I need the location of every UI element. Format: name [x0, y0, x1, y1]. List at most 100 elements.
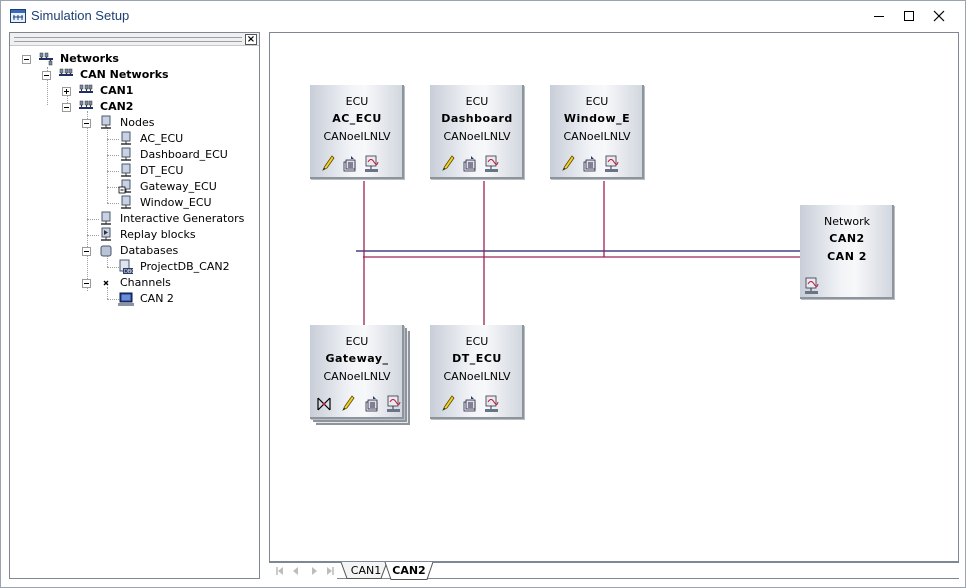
expand-icon[interactable]: [62, 87, 71, 96]
close-icon: ×: [246, 34, 256, 45]
tab-can1[interactable]: CAN1: [347, 562, 385, 580]
window-title: Simulation Setup: [31, 8, 130, 23]
network-node-icon[interactable]: [484, 155, 500, 173]
pencil-icon[interactable]: [440, 395, 456, 413]
ecu-layer-label: CANoeILNLV: [323, 370, 391, 383]
tab-can2[interactable]: CAN2: [391, 562, 427, 580]
network-node-icon[interactable]: [604, 155, 620, 173]
first-icon: [276, 567, 283, 575]
collapse-icon[interactable]: [82, 119, 91, 128]
collapse-icon[interactable]: [42, 71, 51, 80]
tree-item-label: Networks: [60, 52, 119, 65]
node-icon: [121, 131, 131, 145]
first-page-button[interactable]: [273, 564, 287, 578]
tree-item-networks[interactable]: Networks: [22, 51, 252, 67]
tree-item-label: CAN Networks: [80, 68, 169, 81]
collapse-icon[interactable]: [62, 103, 71, 112]
tree-item-label: Channels: [120, 276, 171, 289]
tree-item-label: Nodes: [120, 116, 155, 129]
tree-item-label: Interactive Generators: [120, 212, 245, 225]
prev-icon: [293, 567, 298, 575]
page-tab-bar: CAN1 CAN2: [269, 562, 959, 581]
pencil-icon[interactable]: [440, 155, 456, 173]
tree-item-label: DT_ECU: [140, 164, 184, 177]
network-node-icon[interactable]: [386, 395, 402, 413]
pencil-icon[interactable]: [340, 395, 356, 413]
next-page-button[interactable]: [307, 564, 321, 578]
ecu-card-window[interactable]: ECU Window_E CANoeILNLV: [550, 85, 646, 181]
tree-pane: × Networks CAN Networks CAN1 CAN2 Nodes …: [9, 32, 260, 579]
tree-item-replay-blocks[interactable]: Replay blocks: [98, 227, 252, 243]
close-icon: [933, 10, 945, 22]
gateway-node-icon: [118, 179, 131, 194]
tree-item-can-2-channel[interactable]: CAN 2: [118, 291, 252, 307]
network-node-icon[interactable]: [484, 395, 500, 413]
node-icon: [121, 195, 131, 209]
collapse-icon[interactable]: [82, 247, 91, 256]
pencil-icon[interactable]: [560, 155, 576, 173]
tree-item-can1[interactable]: CAN1: [62, 83, 252, 99]
minimize-button[interactable]: [863, 1, 895, 31]
tab-label: CAN2: [392, 564, 426, 577]
tree-item-label: CAN1: [100, 84, 134, 97]
next-icon: [312, 567, 317, 575]
tree-item-interactive-generators[interactable]: Interactive Generators: [98, 211, 252, 227]
maximize-button[interactable]: [893, 1, 925, 31]
channel-icon: [103, 280, 109, 286]
tree-item-projectdb-can2[interactable]: DBC ProjectDB_CAN2: [118, 259, 252, 275]
tree-connector: [87, 111, 88, 291]
database-icon: [100, 245, 112, 257]
close-button[interactable]: [923, 1, 955, 31]
cnode-icon[interactable]: [364, 395, 380, 413]
ecu-type-label: ECU: [465, 335, 489, 348]
network-type-label: Network: [824, 215, 870, 228]
pencil-icon[interactable]: [320, 155, 336, 173]
minimize-icon: [874, 16, 884, 17]
tree-close-button[interactable]: ×: [245, 34, 257, 45]
tree-pane-header: ×: [10, 33, 259, 46]
tree-item-ac-ecu[interactable]: AC_ECU: [118, 131, 252, 147]
ecu-card-dashboard[interactable]: ECU Dashboard CANoeILNLV: [430, 85, 526, 181]
tree-item-dashboard-ecu[interactable]: Dashboard_ECU: [118, 147, 252, 163]
network-card-can2[interactable]: Network CAN2 CAN 2: [800, 205, 896, 301]
can-networks-icon: [59, 68, 73, 76]
tree-item-label: Gateway_ECU: [140, 180, 217, 193]
ecu-card-ac-ecu[interactable]: ECU AC_ECU CANoeILNLV: [310, 85, 406, 181]
collapse-icon[interactable]: [22, 55, 31, 64]
network-node-icon[interactable]: [364, 155, 380, 173]
tree-item-databases[interactable]: Databases: [82, 243, 252, 259]
ecu-layer-label: CANoeILNLV: [443, 370, 511, 383]
networks-icon: [39, 52, 53, 66]
ecu-layer-label: CANoeILNLV: [323, 130, 391, 143]
network-canvas[interactable]: ECU AC_ECU CANoeILNLV ECU Dashboard CANo…: [269, 32, 959, 562]
tree-item-gateway-ecu[interactable]: Gateway_ECU: [118, 179, 252, 195]
ecu-card-dt-ecu[interactable]: ECU DT_ECU CANoeILNLV: [430, 325, 526, 421]
node-icon: [121, 147, 131, 161]
cnode-icon[interactable]: [342, 155, 358, 173]
last-page-button[interactable]: [323, 564, 337, 578]
ecu-card-gateway[interactable]: ECU Gateway_ CANoeILNLV: [310, 325, 410, 425]
cnode-icon[interactable]: [462, 155, 478, 173]
tree-item-window-ecu[interactable]: Window_ECU: [118, 195, 252, 211]
tree-item-can2[interactable]: CAN2: [62, 99, 252, 115]
network-name-label: CAN2: [829, 232, 865, 245]
gateway-icon[interactable]: [316, 395, 332, 413]
tree-item-channels[interactable]: Channels: [82, 275, 252, 291]
prev-page-button[interactable]: [289, 564, 303, 578]
ecu-name-label: DT_ECU: [452, 352, 502, 365]
network-node-icon[interactable]: [804, 277, 820, 295]
ecu-type-label: ECU: [465, 95, 489, 108]
ecu-name-label: Dashboard: [441, 112, 513, 125]
can-channel-icon: [118, 292, 134, 306]
network-channel-label: CAN 2: [827, 250, 867, 263]
cnode-icon[interactable]: [582, 155, 598, 173]
ecu-type-label: ECU: [345, 335, 369, 348]
tree-item-can-networks[interactable]: CAN Networks: [42, 67, 252, 83]
ecu-name-label: AC_ECU: [332, 112, 382, 125]
tree-item-label: CAN2: [100, 100, 134, 113]
pane-grip[interactable]: [14, 37, 242, 42]
collapse-icon[interactable]: [82, 279, 91, 288]
cnode-icon[interactable]: [462, 395, 478, 413]
tree-item-dt-ecu[interactable]: DT_ECU: [118, 163, 252, 179]
tree-item-nodes[interactable]: Nodes: [82, 115, 252, 131]
